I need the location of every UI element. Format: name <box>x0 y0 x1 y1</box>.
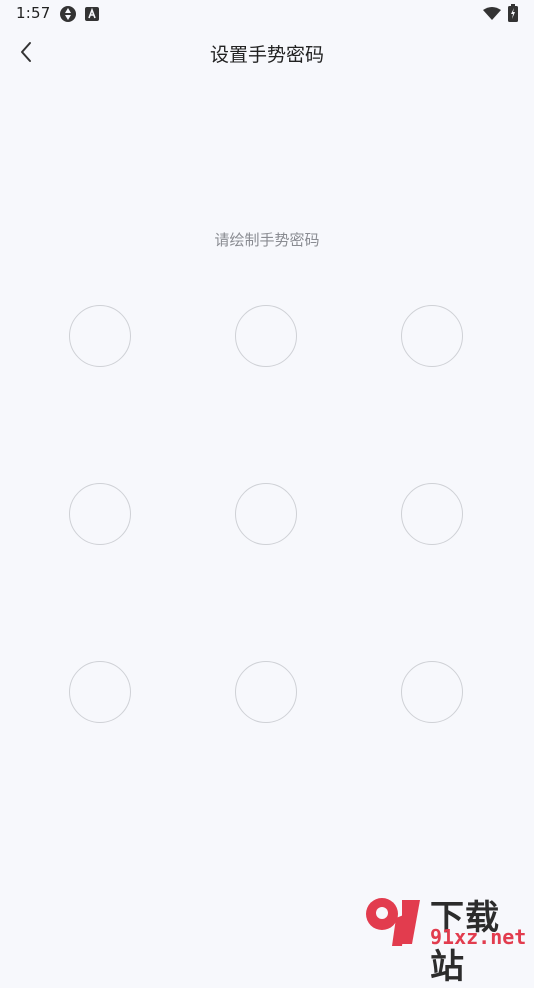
pattern-dot-9[interactable] <box>401 661 463 723</box>
pattern-dot-3[interactable] <box>401 305 463 367</box>
pattern-dot-1[interactable] <box>69 305 131 367</box>
pattern-dot-5[interactable] <box>235 483 297 545</box>
watermark: 下载站 91xz.net <box>362 890 534 987</box>
pattern-dot-6[interactable] <box>401 483 463 545</box>
watermark-domain: 91xz.net <box>430 925 527 949</box>
pattern-dot-7[interactable] <box>69 661 131 723</box>
pattern-dot-2[interactable] <box>235 305 297 367</box>
pattern-dot-8[interactable] <box>235 661 297 723</box>
pattern-dot-4[interactable] <box>69 483 131 545</box>
gesture-pattern-grid[interactable] <box>0 0 534 950</box>
watermark-logo-icon <box>362 892 428 952</box>
